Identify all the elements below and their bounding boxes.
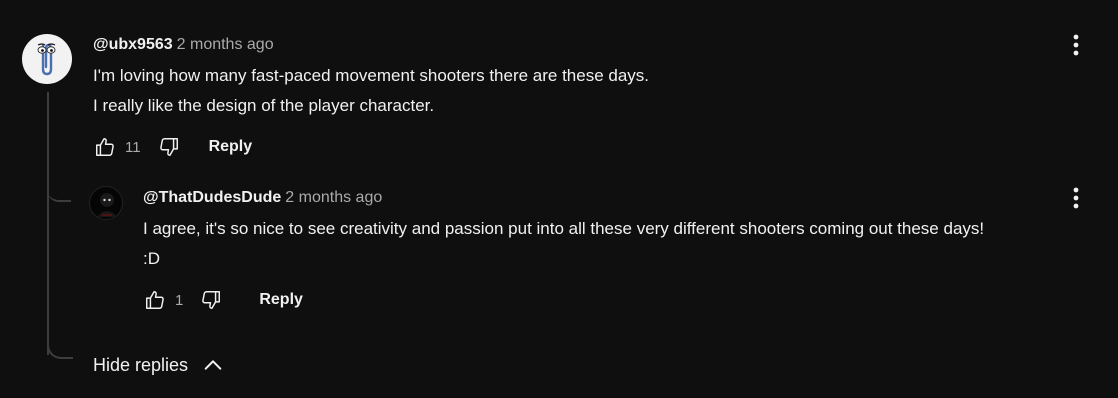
reply-connector [47,180,71,202]
reply-like-button[interactable] [143,288,167,312]
dark-figure-icon [97,193,117,217]
chevron-up-icon [204,360,222,370]
reply-button[interactable]: Reply [209,138,253,156]
hide-replies-label: Hide replies [93,354,189,375]
reply-avatar[interactable] [89,186,123,220]
comment-author[interactable]: @ubx9563 [93,36,173,53]
reply-header: @ThatDudesDude 2 months ago [143,188,382,208]
reply-like-count: 1 [175,291,184,309]
thread-line [47,92,49,355]
reply-more-button[interactable] [1064,186,1088,210]
thumbs-up-icon [146,291,164,309]
paperclip-icon [37,43,56,76]
comment-actions: 11 Reply [93,135,252,159]
thumbs-down-icon [202,291,221,309]
thumbs-up-icon [96,138,114,156]
reply-dislike-button[interactable] [199,288,223,312]
more-vertical-icon [1073,34,1079,56]
reply-author[interactable]: @ThatDudesDude [143,189,281,206]
like-count: 11 [125,138,141,156]
comment-text: I'm loving how many fast-paced movement … [93,66,650,115]
avatar[interactable] [22,34,72,84]
hide-replies-button[interactable]: Hide replies [93,354,224,376]
more-vertical-icon [1073,187,1079,209]
reply-actions: 1 Reply [143,288,303,312]
comment-header: @ubx9563 2 months ago [93,35,274,55]
comment-time[interactable]: 2 months ago [177,36,274,53]
like-button[interactable] [93,135,117,159]
reply-reply-button[interactable]: Reply [259,291,303,309]
thumbs-down-icon [159,138,178,156]
dislike-button[interactable] [157,135,181,159]
hide-replies-connector [47,333,73,359]
comment-more-button[interactable] [1064,33,1088,57]
reply-text: I agree, it's so nice to see creativity … [143,219,985,268]
reply-time[interactable]: 2 months ago [285,189,382,206]
